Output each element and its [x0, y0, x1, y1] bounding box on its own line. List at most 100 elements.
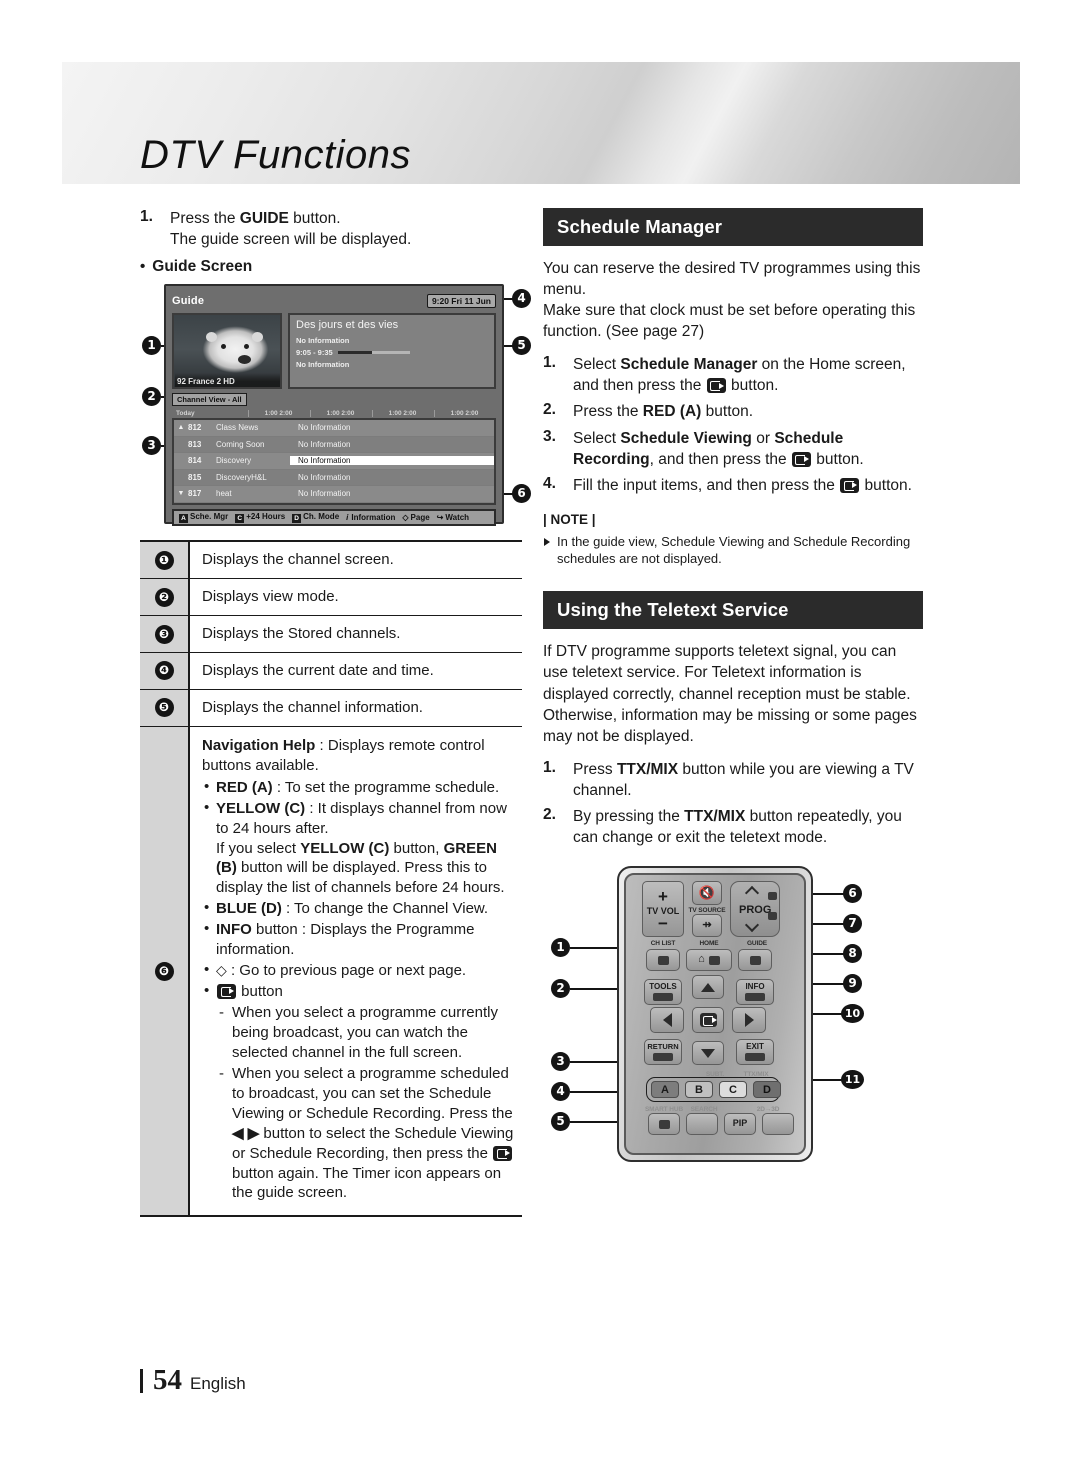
prog-down-icon[interactable]	[744, 917, 760, 933]
tt-step-2-number: 2.	[543, 805, 556, 823]
enter-button-text: button	[237, 983, 283, 1001]
yellow-c-label: YELLOW (C)	[216, 799, 306, 817]
programme-info: No Information	[298, 439, 351, 449]
tools-button[interactable]: TOOLS	[644, 979, 682, 1006]
row-number-cell: ❶	[140, 542, 190, 579]
guide-time-slot: 1:00 2:00	[372, 410, 432, 418]
dpad-left-button[interactable]	[650, 1007, 684, 1034]
search-label: SEARCH	[690, 1106, 718, 1114]
page-header-banner: DTV Functions	[62, 62, 1020, 184]
table-row[interactable]: ▲ 812 Class News No Information	[174, 420, 494, 437]
channel-name: DiscoveryH&L	[216, 472, 267, 482]
tt1-bold: TTX/MIX	[616, 760, 679, 778]
remote-control-figure: 1 2 3 4 5 6 7 8 9 10 11 + TV VOL − 🔇 TV …	[543, 866, 923, 1171]
guide-button[interactable]	[738, 949, 772, 972]
2d3d-label: 2D→3D	[756, 1106, 780, 1114]
2d3d-button[interactable]	[762, 1113, 794, 1136]
table-row[interactable]: ▼ 817 heat No Information	[174, 486, 494, 503]
sm3-a: Select	[573, 429, 621, 447]
schedule-manager-intro: You can reserve the desired TV programme…	[543, 258, 923, 342]
sm-step-4-number: 4.	[543, 474, 556, 492]
blue-d-text: : To change the Channel View.	[281, 900, 489, 918]
prog-up-icon[interactable]	[744, 885, 760, 901]
scroll-down-icon[interactable]: ▼	[174, 490, 188, 497]
nav-item-24-hours[interactable]: C +24 Hours	[235, 512, 285, 523]
color-button-b[interactable]: B	[685, 1081, 713, 1099]
guide-video-thumbnail[interactable]: 92 France 2 HD	[172, 313, 282, 390]
callout-5: 5	[512, 336, 531, 356]
enter-sub-item-1: When you select a programme currently be…	[216, 1003, 516, 1063]
tt-step-2-text: By pressing the TTX/MIX button repeatedl…	[573, 806, 923, 848]
info-icon	[745, 993, 765, 1002]
note-heading: | NOTE |	[543, 511, 596, 527]
tt-step-1-number: 1.	[543, 758, 556, 776]
info-label: INFO	[216, 921, 252, 939]
mute-icon: 🔇	[698, 885, 716, 901]
exit-button[interactable]: EXIT	[736, 1039, 774, 1066]
smart-hub-button[interactable]	[648, 1113, 680, 1136]
sm1-d: button.	[726, 377, 779, 395]
search-button[interactable]	[686, 1113, 718, 1136]
remote-callout-6: 6	[843, 884, 862, 904]
arrow-keys-icon: ◀ ▶	[232, 1124, 260, 1142]
guide-time-slot: 1:00 2:00	[434, 410, 494, 418]
guide-programme-title: Des jours et des vies	[296, 319, 399, 332]
sm-step-4-text: Fill the input items, and then press the…	[573, 475, 923, 496]
color-button-d[interactable]: D	[753, 1081, 781, 1099]
pip-button[interactable]: PIP	[724, 1113, 756, 1136]
nav-item-channel-mode[interactable]: D Ch. Mode	[292, 512, 339, 523]
return-button[interactable]: RETURN	[644, 1039, 682, 1066]
nav-item-watch[interactable]: ↪ Watch	[437, 513, 469, 522]
nav-label: +24 Hours	[246, 511, 286, 521]
arrow-up-icon	[701, 982, 715, 992]
channel-number: 814	[188, 456, 202, 466]
sub2-c: button again. The Timer icon appears on …	[232, 1164, 502, 1202]
prog-rocker[interactable]: PROG	[730, 881, 780, 938]
remote-callout-2: 2	[551, 979, 570, 999]
dpad-right-button[interactable]	[732, 1007, 766, 1034]
tv-vol-button[interactable]: + TV VOL −	[642, 881, 684, 938]
table-row[interactable]: 813 Coming Soon No Information	[174, 436, 494, 454]
subt-icon[interactable]	[768, 892, 777, 901]
nav-label: Sche. Mgr	[190, 511, 229, 521]
table-row[interactable]: 815 DiscoveryH&L No Information	[174, 469, 494, 487]
sm-step-1-number: 1.	[543, 354, 556, 372]
callout-2: 2	[142, 387, 161, 407]
callout-badge-6: ❻	[154, 961, 174, 981]
list-item-enter: button When you select a programme curre…	[202, 981, 516, 1203]
diamond-icon: ◇	[216, 962, 227, 979]
nav-item-page[interactable]: ◇ Page	[402, 513, 429, 522]
programme-info: No Information	[290, 456, 494, 466]
page-diamond-icon: ◇	[402, 512, 409, 522]
color-button-c[interactable]: C	[719, 1081, 747, 1099]
guide-screen-mock: Guide 9:20 Fri 11 Jun 92 France 2 HD Des…	[164, 284, 504, 526]
dpad-enter-button[interactable]	[692, 1007, 724, 1034]
dpad-up-button[interactable]	[692, 975, 724, 1000]
row-description: Displays the current date and time.	[202, 661, 434, 679]
info-button[interactable]: INFO	[736, 979, 774, 1006]
nav-label: Information	[351, 512, 396, 522]
nav-item-schedule-manager[interactable]: A Sche. Mgr	[179, 512, 228, 523]
ttx-mix-icon[interactable]	[768, 912, 777, 921]
nav-item-information[interactable]: i Information	[346, 513, 395, 522]
source-button[interactable]: ⇸	[692, 914, 722, 938]
smart-hub-label: SMART HUB	[644, 1106, 684, 1114]
sm2-bold: RED (A)	[642, 403, 702, 421]
guide-channel-view-tag[interactable]: Channel View - All	[172, 393, 247, 407]
section-heading-teletext: Using the Teletext Service	[543, 591, 923, 630]
source-icon: ⇸	[702, 918, 712, 931]
dpad-down-button[interactable]	[692, 1041, 724, 1066]
scroll-up-icon[interactable]: ▲	[174, 424, 188, 431]
red-a-text: : To set the programme schedule.	[272, 778, 500, 796]
table-row-selected[interactable]: 814 Discovery No Information	[174, 453, 494, 470]
table-row-navigation-help: ❻ Navigation Help : Displays remote cont…	[140, 726, 522, 1218]
guide-label: GUIDE	[746, 940, 768, 948]
home-button[interactable]: ⌂	[686, 949, 732, 972]
callout-6: 6	[512, 484, 531, 504]
row-number-cell: ❹	[140, 652, 190, 689]
ch-list-button[interactable]	[646, 949, 680, 972]
remote-callout-9: 9	[843, 974, 862, 994]
mute-button[interactable]: 🔇	[692, 881, 722, 906]
enter-icon	[493, 1145, 513, 1161]
color-button-a[interactable]: A	[651, 1081, 679, 1099]
